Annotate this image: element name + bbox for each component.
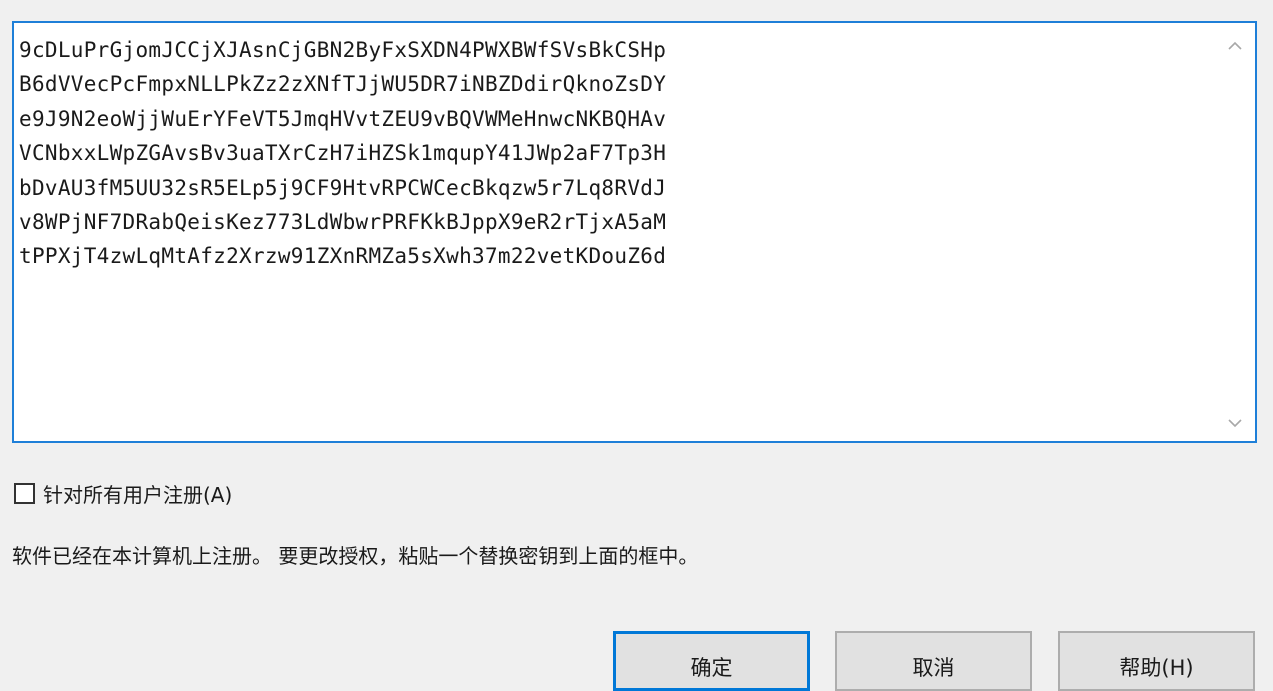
all-users-checkbox[interactable] — [14, 482, 35, 504]
status-message: 软件已经在本计算机上注册。 要更改授权，粘贴一个替换密钥到上面的框中。 — [12, 544, 699, 568]
all-users-checkbox-label[interactable]: 针对所有用户注册(A) — [43, 479, 232, 508]
chevron-up-icon[interactable] — [1223, 35, 1247, 55]
license-key-text[interactable]: 9cDLuPrGjomJCCjXJAsnCjGBN2ByFxSXDN4PWXBW… — [19, 33, 1219, 274]
chevron-down-icon[interactable] — [1223, 413, 1247, 433]
help-button[interactable]: 帮助(H) — [1058, 631, 1255, 691]
cancel-button[interactable]: 取消 — [835, 631, 1032, 691]
all-users-checkbox-row[interactable]: 针对所有用户注册(A) — [14, 478, 232, 508]
ok-button[interactable]: 确定 — [613, 631, 810, 691]
license-key-textarea[interactable]: 9cDLuPrGjomJCCjXJAsnCjGBN2ByFxSXDN4PWXBW… — [12, 21, 1257, 443]
